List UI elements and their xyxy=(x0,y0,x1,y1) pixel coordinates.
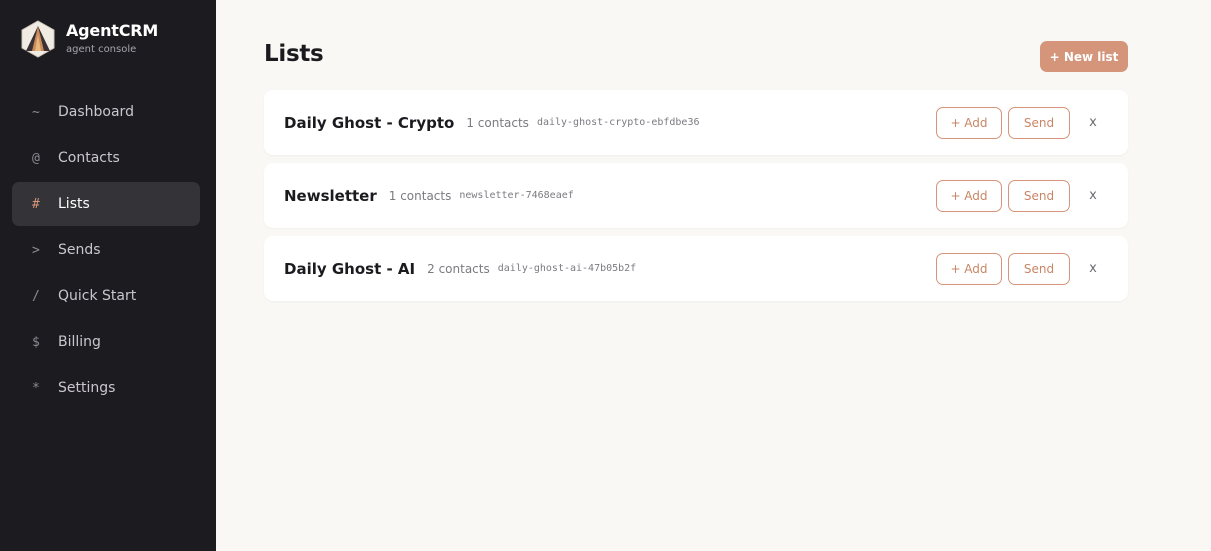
sidebar-item-label: Dashboard xyxy=(58,104,134,120)
list-name: Daily Ghost - AI xyxy=(284,259,416,278)
send-button[interactable]: Send xyxy=(1008,106,1070,139)
sidebar-item-label: Quick Start xyxy=(58,288,137,304)
sidebar-item-label: Lists xyxy=(58,196,90,212)
page-title: Lists xyxy=(264,41,324,67)
sidebar-item-label: Billing xyxy=(58,334,101,350)
new-list-button[interactable]: + New list xyxy=(1040,41,1128,72)
add-contact-button[interactable]: + Add xyxy=(936,179,1002,212)
list-contact-count: 1 contacts xyxy=(388,188,452,203)
app-subtitle: agent console xyxy=(66,44,137,55)
sidebar-nav: ~ Dashboard @ Contacts # Lists > Sends /… xyxy=(12,90,200,412)
list-card: Daily Ghost - Crypto 1 contacts daily-gh… xyxy=(264,90,1128,155)
asterisk-icon: * xyxy=(32,380,40,396)
list-name: Newsletter xyxy=(284,186,377,205)
hash-icon: # xyxy=(32,196,40,212)
agentcrm-logo-icon xyxy=(21,20,55,58)
sidebar-item-quick-start[interactable]: / Quick Start xyxy=(12,274,200,318)
list-slug: newsletter-7468eaef xyxy=(459,190,574,201)
add-contact-button[interactable]: + Add xyxy=(936,252,1002,285)
list-slug: daily-ghost-ai-47b05b2f xyxy=(497,263,637,274)
sidebar-item-billing[interactable]: $ Billing xyxy=(12,320,200,364)
brand: AgentCRM agent console xyxy=(20,20,158,58)
sidebar-item-dashboard[interactable]: ~ Dashboard xyxy=(12,90,200,134)
send-button[interactable]: Send xyxy=(1008,252,1070,285)
sidebar-item-lists[interactable]: # Lists xyxy=(12,182,200,226)
sidebar-item-label: Sends xyxy=(58,242,101,258)
delete-list-button[interactable]: x xyxy=(1086,259,1100,279)
app-name: AgentCRM xyxy=(66,21,159,40)
sidebar-item-label: Contacts xyxy=(58,150,120,166)
at-icon: @ xyxy=(32,150,40,166)
sidebar-item-contacts[interactable]: @ Contacts xyxy=(12,136,200,180)
list-name: Daily Ghost - Crypto xyxy=(284,113,455,132)
add-contact-button[interactable]: + Add xyxy=(936,106,1002,139)
list-contact-count: 2 contacts xyxy=(427,261,490,276)
slash-icon: / xyxy=(32,288,40,304)
sidebar-item-label: Settings xyxy=(58,380,116,396)
dollar-icon: $ xyxy=(32,334,40,350)
tilde-icon: ~ xyxy=(32,104,40,120)
list-card: Daily Ghost - AI 2 contacts daily-ghost-… xyxy=(264,236,1128,301)
main-content: Lists + New list Daily Ghost - Crypto 1 … xyxy=(216,0,1211,551)
list-slug: daily-ghost-crypto-ebfdbe36 xyxy=(536,117,700,128)
delete-list-button[interactable]: x xyxy=(1086,113,1100,133)
chevron-right-icon: > xyxy=(32,242,40,258)
list-contact-count: 1 contacts xyxy=(466,115,529,130)
sidebar-item-sends[interactable]: > Sends xyxy=(12,228,200,272)
list-card: Newsletter 1 contacts newsletter-7468eae… xyxy=(264,163,1128,228)
lists-container: Daily Ghost - Crypto 1 contacts daily-gh… xyxy=(264,90,1128,309)
delete-list-button[interactable]: x xyxy=(1086,186,1100,206)
sidebar-item-settings[interactable]: * Settings xyxy=(12,366,200,410)
sidebar: AgentCRM agent console ~ Dashboard @ Con… xyxy=(0,0,216,551)
send-button[interactable]: Send xyxy=(1008,179,1070,212)
